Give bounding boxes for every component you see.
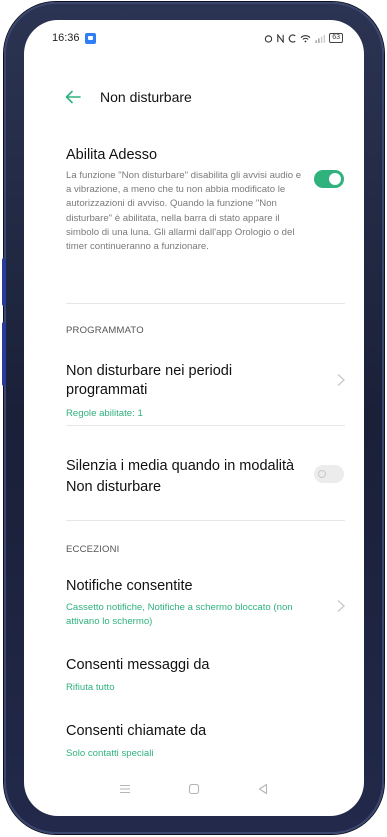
enable-now-toggle[interactable]	[314, 170, 344, 188]
divider	[66, 425, 345, 426]
gallery-icon	[84, 32, 96, 44]
arrow-left-icon[interactable]	[62, 86, 84, 108]
battery-indicator: 63	[329, 33, 343, 43]
allow-messages-title: Consenti messaggi da	[66, 657, 210, 673]
allow-messages-row[interactable]: Consenti messaggi da Rifiuta tutto	[66, 656, 345, 695]
enable-now-description: La funzione "Non disturbare" disabilita …	[66, 170, 302, 253]
divider	[66, 520, 345, 521]
divider	[66, 303, 345, 304]
mute-media-row[interactable]: Silenzia i media quando in modalità Non …	[66, 456, 303, 498]
mute-media-toggle[interactable]	[314, 465, 344, 483]
power-button	[2, 322, 6, 386]
nfc-icon	[277, 33, 284, 43]
home-icon[interactable]	[184, 779, 204, 799]
allowed-notifications-title: Notifiche consentite	[66, 578, 193, 594]
allow-calls-title: Consenti chiamate da	[66, 723, 207, 739]
section-label-exceptions: ECCEZIONI	[66, 544, 120, 555]
allowed-notifications-subtitle: Cassetto notifiche, Notifiche a schermo …	[66, 602, 293, 627]
navigation-bar	[90, 778, 297, 800]
scheduled-title: Non disturbare nei periodi programmati	[66, 363, 233, 398]
back-triangle-icon[interactable]	[253, 779, 273, 799]
menu-icon[interactable]	[115, 779, 135, 799]
allow-calls-subtitle: Solo contatti speciali	[66, 748, 154, 759]
enable-now-row[interactable]: Abilita Adesso La funzione "Non disturba…	[66, 146, 303, 254]
page-title: Non disturbare	[100, 89, 192, 105]
wifi-icon	[300, 34, 311, 42]
status-bar: 16:36 63	[52, 30, 343, 46]
section-label-scheduled: PROGRAMMATO	[66, 325, 144, 336]
enable-now-title: Abilita Adesso	[66, 147, 158, 163]
scheduled-subtitle: Regole abilitate: 1	[66, 408, 143, 419]
allowed-notifications-row[interactable]: Notifiche consentite Cassetto notifiche,…	[66, 577, 317, 629]
toggle-knob	[318, 470, 326, 478]
status-time: 16:36	[52, 32, 80, 44]
toggle-knob	[329, 173, 341, 185]
alarm-icon	[265, 34, 273, 43]
app-header: Non disturbare	[62, 86, 192, 108]
allow-calls-row[interactable]: Consenti chiamate da Solo contatti speci…	[66, 722, 345, 761]
chevron-right-icon	[337, 374, 345, 386]
scheduled-row[interactable]: Non disturbare nei periodi programmati R…	[66, 362, 317, 421]
chevron-right-icon	[337, 600, 345, 612]
allow-messages-subtitle: Rifiuta tutto	[66, 682, 115, 693]
call-icon	[288, 33, 296, 43]
signal-icon	[315, 34, 326, 43]
volume-button	[2, 258, 6, 306]
mute-media-title: Silenzia i media quando in modalità Non …	[66, 458, 295, 495]
